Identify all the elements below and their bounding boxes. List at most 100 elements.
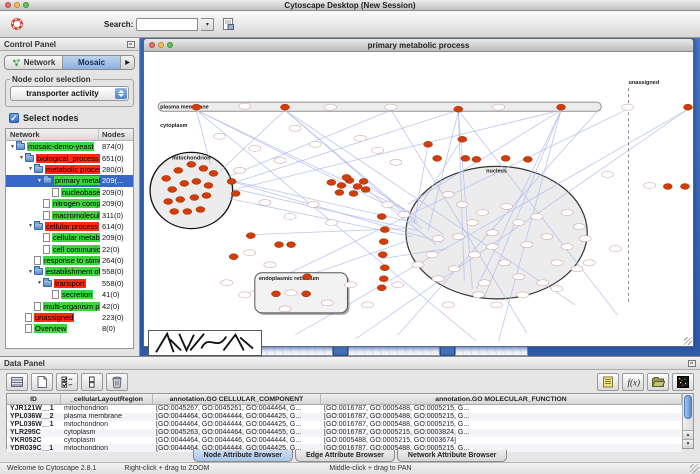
- network-node[interactable]: [501, 204, 513, 210]
- search-dropdown-arrow[interactable]: ▾: [201, 18, 214, 31]
- matrix-view-button[interactable]: [672, 373, 694, 391]
- tree-row-label[interactable]: multi-organism pro: [43, 302, 100, 311]
- column-header-molecular-function[interactable]: annotation.GO MOLECULAR_FUNCTION: [321, 394, 682, 404]
- table-cell[interactable]: mitochondrion: [61, 405, 153, 412]
- network-view-window[interactable]: primary metabolic process plasma membran…: [143, 38, 694, 347]
- scroll-up-button[interactable]: ▲: [683, 430, 693, 439]
- tree-row[interactable]: unassigned223(0): [6, 312, 133, 323]
- tree-row-label[interactable]: establishment of lo: [45, 267, 100, 276]
- tree-row-label[interactable]: macromolecule: [52, 211, 100, 220]
- network-node-selected[interactable]: [377, 214, 386, 220]
- network-node[interactable]: [472, 292, 484, 298]
- table-cell[interactable]: mitochondrion: [61, 421, 153, 428]
- network-node-selected[interactable]: [424, 141, 433, 147]
- search-input[interactable]: [136, 18, 198, 31]
- expander-icon[interactable]: ▼: [27, 269, 34, 275]
- network-node-selected[interactable]: [472, 156, 481, 162]
- tree-row[interactable]: Overview8(0): [6, 323, 133, 334]
- network-node-selected[interactable]: [192, 104, 201, 110]
- window-resize-grip[interactable]: [690, 464, 699, 473]
- network-node-selected[interactable]: [303, 274, 312, 280]
- network-node-selected[interactable]: [379, 276, 388, 282]
- network-node-selected[interactable]: [227, 178, 236, 184]
- network-node[interactable]: [324, 104, 336, 110]
- view-resize-grip[interactable]: [684, 337, 692, 345]
- import-network-icon[interactable]: [217, 15, 238, 34]
- network-node-selected[interactable]: [337, 182, 346, 188]
- tree-row[interactable]: ▼cellular process614(0): [6, 221, 133, 232]
- network-node[interactable]: [468, 252, 480, 258]
- network-node[interactable]: [325, 220, 337, 226]
- tree-column-nodes[interactable]: Nodes: [99, 129, 133, 140]
- node-color-dropdown[interactable]: transporter activity: [10, 86, 129, 101]
- network-node-selected[interactable]: [176, 196, 185, 202]
- network-node-selected[interactable]: [231, 190, 240, 196]
- tree-row[interactable]: ▼transport558(0): [6, 278, 133, 289]
- network-node[interactable]: [442, 302, 454, 308]
- tree-row-label[interactable]: unassigned: [34, 313, 74, 322]
- network-edge[interactable]: [307, 241, 408, 276]
- float-panel-icon[interactable]: [127, 41, 135, 48]
- plasma-membrane-label[interactable]: plasma membrane: [160, 105, 209, 111]
- network-node-selected[interactable]: [274, 242, 283, 248]
- network-node-selected[interactable]: [359, 178, 368, 184]
- network-node-selected[interactable]: [327, 179, 336, 185]
- network-node-selected[interactable]: [380, 227, 389, 233]
- network-node[interactable]: [284, 214, 296, 220]
- table-cell[interactable]: [GO:0005488, GO:0005215, GO:0003674]: [321, 437, 682, 444]
- network-node-selected[interactable]: [170, 209, 179, 215]
- tree-row-label[interactable]: response to stimulu: [43, 256, 100, 265]
- network-node[interactable]: [442, 191, 454, 197]
- network-node[interactable]: [426, 252, 438, 258]
- tab-overflow-arrow[interactable]: ▶: [121, 56, 134, 69]
- network-node[interactable]: [259, 200, 271, 206]
- table-cell[interactable]: [GO:0016787, GO:0005215, GO:0003824, G..…: [321, 429, 682, 436]
- network-node-selected[interactable]: [209, 170, 218, 176]
- table-row[interactable]: YLR295Ccytoplasm[GO:0045263, GO:0044464,…: [7, 429, 682, 437]
- table-cell[interactable]: [GO:0044464, GO:0044444, GO:0044425, G..…: [153, 413, 321, 420]
- network-node[interactable]: [583, 260, 595, 266]
- column-header-id[interactable]: ID: [7, 394, 61, 404]
- network-node[interactable]: [551, 260, 563, 266]
- network-node[interactable]: [478, 280, 490, 286]
- tab-network-attribute-browser[interactable]: Network Attribute Browser: [397, 450, 507, 462]
- table-cell[interactable]: [GO:0045267, GO:0045261, GO:0044464, G..…: [153, 405, 321, 412]
- network-node-selected[interactable]: [379, 239, 388, 245]
- tree-row[interactable]: ▼metabolic process280(0): [6, 164, 133, 175]
- network-node-selected[interactable]: [378, 252, 387, 258]
- network-node[interactable]: [448, 266, 460, 272]
- table-cell[interactable]: YPL036W__2: [7, 413, 61, 420]
- tree-row-label[interactable]: cellular process: [45, 222, 99, 231]
- expander-icon[interactable]: ▼: [36, 178, 43, 184]
- tab-node-attribute-browser[interactable]: Node Attribute Browser: [193, 450, 293, 462]
- import-attributes-button[interactable]: [647, 373, 669, 391]
- network-node-selected[interactable]: [458, 136, 467, 142]
- table-cell[interactable]: [GO:0016787, GO:0005488, GO:0005215, G..…: [321, 413, 682, 420]
- network-node-selected[interactable]: [461, 155, 470, 161]
- network-node-selected[interactable]: [349, 190, 358, 196]
- network-node-selected[interactable]: [280, 104, 289, 110]
- tree-row-label[interactable]: transport: [54, 279, 86, 288]
- network-node-selected[interactable]: [361, 186, 370, 192]
- network-node[interactable]: [493, 104, 505, 110]
- zoom-view-button[interactable]: [167, 42, 173, 48]
- network-node[interactable]: [221, 280, 233, 286]
- tree-row-label[interactable]: mosaic-demo-yeast: [27, 142, 94, 151]
- network-node[interactable]: [382, 202, 394, 208]
- network-node[interactable]: [307, 202, 319, 208]
- network-node[interactable]: [456, 202, 468, 208]
- scrollbar-thumb[interactable]: [684, 395, 692, 419]
- nucleus-label[interactable]: nucleus: [486, 168, 507, 174]
- mitochondrion-label[interactable]: mitochondrion: [172, 155, 211, 161]
- table-row[interactable]: YJR121W__1mitochondrion[GO:0045267, GO:0…: [7, 405, 682, 413]
- network-node-selected[interactable]: [377, 285, 386, 291]
- network-node[interactable]: [279, 306, 291, 312]
- network-node-selected[interactable]: [523, 156, 532, 162]
- expander-icon[interactable]: ▼: [18, 155, 25, 161]
- network-node[interactable]: [214, 133, 226, 139]
- network-node-selected[interactable]: [180, 180, 189, 186]
- network-canvas[interactable]: plasma membranecytoplasmmitochondrionnuc…: [144, 52, 693, 346]
- network-node-selected[interactable]: [302, 291, 311, 297]
- network-node[interactable]: [355, 135, 367, 141]
- tree-row[interactable]: ▼biological_process651(0): [6, 152, 133, 163]
